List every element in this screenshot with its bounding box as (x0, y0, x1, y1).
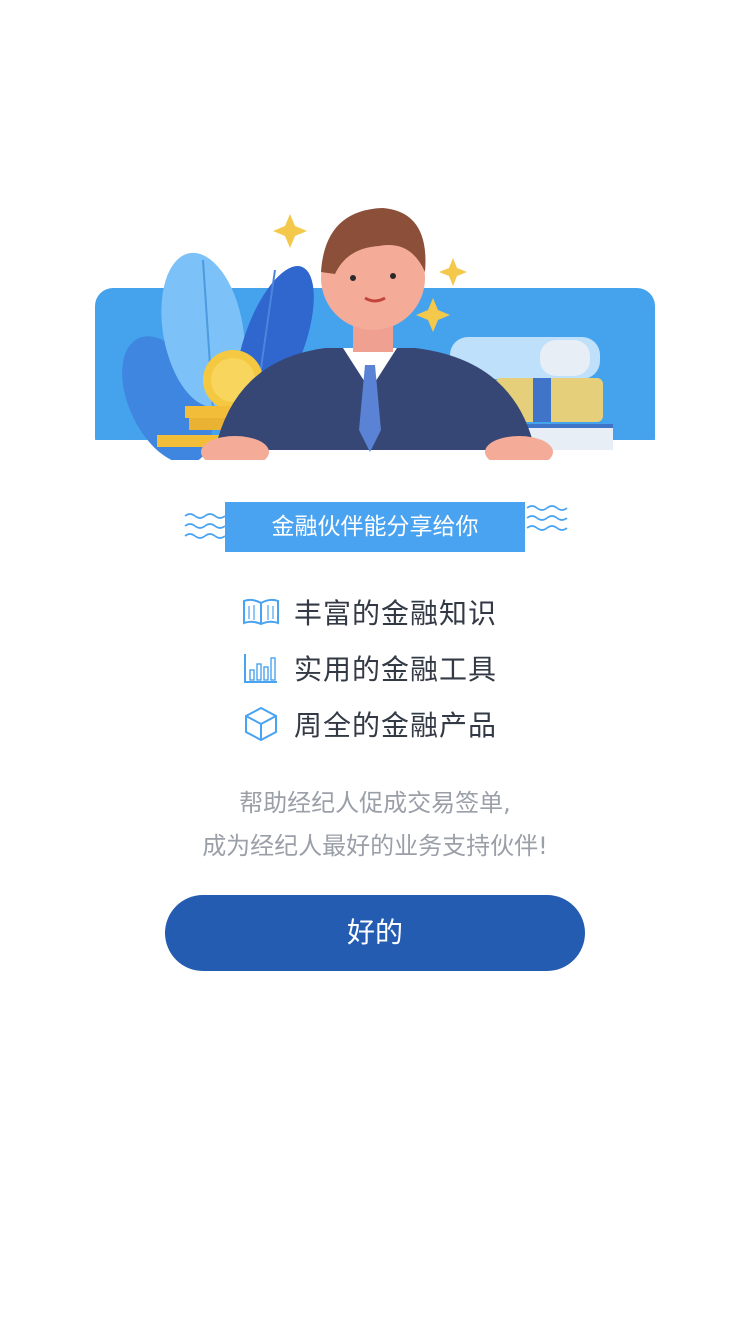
feature-item-tools: 实用的金融工具 (242, 640, 572, 696)
feature-item-knowledge: 丰富的金融知识 (242, 584, 572, 640)
feature-label: 丰富的金融知识 (294, 597, 498, 630)
hero-illustration (95, 190, 655, 460)
description-text: 帮助经纪人促成交易签单, 成为经纪人最好的业务支持伙伴! (0, 782, 750, 868)
description-line-1: 帮助经纪人促成交易签单, (239, 789, 511, 817)
open-book-icon (242, 593, 280, 631)
cube-icon (242, 705, 280, 743)
feature-label: 周全的金融产品 (294, 709, 498, 742)
feature-list: 丰富的金融知识 实用的金融工具 周全的金融产品 (242, 584, 572, 752)
ok-button[interactable]: 好的 (165, 895, 585, 971)
ribbon-banner: 金融伙伴能分享给你 (183, 502, 573, 554)
description-line-2: 成为经纪人最好的业务支持伙伴! (202, 832, 548, 860)
wave-right-icon (526, 505, 568, 531)
ribbon-title: 金融伙伴能分享给你 (225, 502, 525, 552)
feature-item-products: 周全的金融产品 (242, 696, 572, 752)
wave-left-icon (184, 513, 226, 539)
feature-label: 实用的金融工具 (294, 653, 498, 686)
bar-chart-icon (242, 649, 280, 687)
